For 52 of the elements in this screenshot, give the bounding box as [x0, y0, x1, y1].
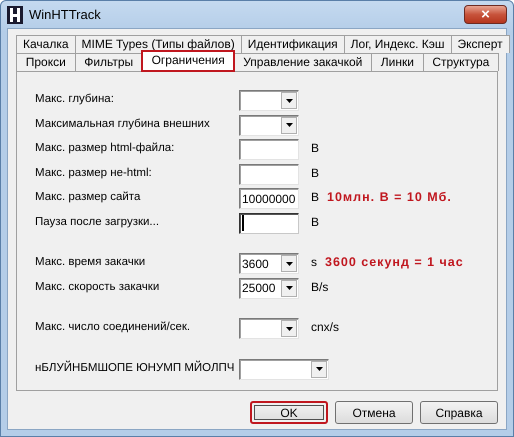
- dialog-button[interactable]: OK: [250, 401, 328, 424]
- dropdown[interactable]: 3600: [239, 253, 299, 274]
- field-label: Макс. глубина:: [35, 92, 115, 107]
- tab[interactable]: Качалка: [16, 35, 76, 53]
- unit-label: s: [311, 254, 317, 271]
- caret-icon: [286, 98, 292, 102]
- input-field[interactable]: [239, 164, 299, 184]
- field-label: Макс. число соединений/сек.: [35, 320, 192, 335]
- dropdown[interactable]: [239, 114, 299, 136]
- unit-label: B/s: [311, 278, 328, 296]
- tab[interactable]: Прокси: [16, 53, 76, 71]
- field-label: Пауза после загрузки...: [35, 214, 160, 230]
- annotation: 10млн. В = 10 Мб.: [327, 189, 452, 206]
- field-label: Макс. время закачки: [35, 255, 146, 270]
- field-label: Макс. размер не-html:: [35, 166, 153, 180]
- caret-icon: [286, 123, 292, 127]
- text-cursor: [242, 215, 244, 231]
- window-title: WinHTTrack: [29, 6, 101, 24]
- unit-label: B: [311, 189, 320, 206]
- dropdown[interactable]: [239, 90, 299, 111]
- caret-icon: [286, 262, 292, 266]
- field-label: нБЛУЙНБМШОПЕ ЮНУМП МЙОЛПЧ: [35, 360, 236, 376]
- annotation: 3600 секунд = 1 час: [325, 254, 464, 271]
- caret-icon: [286, 286, 292, 290]
- unit-label: B: [311, 164, 320, 182]
- caret-icon: [316, 367, 322, 371]
- tab[interactable]: MIME Types (Типы файлов): [74, 35, 242, 53]
- tab[interactable]: Ограничения: [142, 51, 234, 71]
- unit-label: B: [311, 214, 320, 230]
- close-button[interactable]: ×: [464, 5, 507, 24]
- field-label: Макс. размер html-файла:: [35, 141, 176, 156]
- field-label: Максимальная глубина внешних: [35, 116, 211, 132]
- field-label: Макс. скорость закачки: [35, 280, 160, 294]
- dropdown[interactable]: [239, 358, 329, 380]
- input-field[interactable]: [239, 212, 299, 234]
- input-field[interactable]: [239, 139, 299, 160]
- dropdown[interactable]: [239, 318, 299, 339]
- field-label: Макс. размер сайта: [35, 190, 142, 205]
- tab[interactable]: Структура: [422, 53, 500, 71]
- input-field[interactable]: 10000000: [239, 188, 299, 209]
- dialog-button[interactable]: Справка: [420, 401, 498, 424]
- dropdown[interactable]: 25000: [239, 278, 299, 298]
- app-logo-icon: [7, 6, 23, 24]
- dialog-button[interactable]: Отмена: [335, 401, 413, 424]
- caret-icon: [286, 326, 292, 330]
- unit-label: cnx/s: [311, 319, 340, 336]
- tab[interactable]: Фильтры: [74, 53, 143, 71]
- tab[interactable]: Управление закачкой: [233, 53, 372, 71]
- unit-label: B: [311, 140, 320, 157]
- tab[interactable]: Лог, Индекс. Кэш: [344, 35, 452, 53]
- tab[interactable]: Эксперт: [450, 35, 510, 53]
- tab[interactable]: Идентификация: [240, 35, 345, 53]
